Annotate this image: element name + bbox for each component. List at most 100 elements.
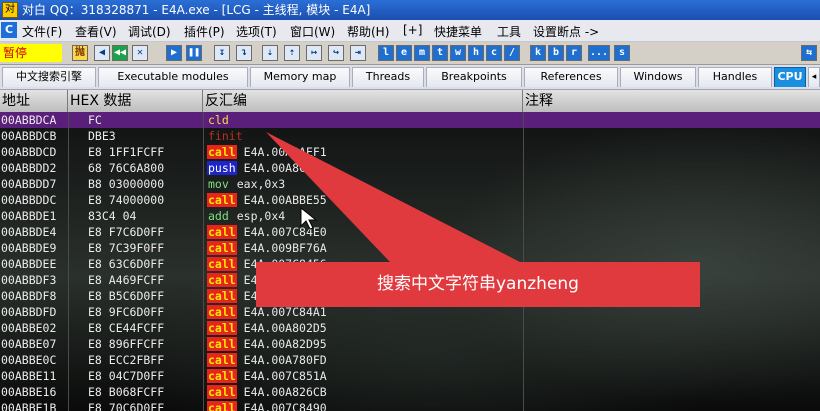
row-operand: E4A.00A8AEF1 bbox=[243, 145, 327, 159]
row-disasm: call E4A.007C84E0 bbox=[207, 224, 522, 240]
disasm-row[interactable]: 00ABBDD2 68 76C6A800 push E4A.00A8C676 bbox=[0, 160, 820, 176]
disasm-row[interactable]: 00ABBE1B E8 70C6D0FF call E4A.007C8490 bbox=[0, 400, 820, 411]
tab-breakpoints[interactable]: Breakpoints bbox=[426, 67, 522, 87]
toolbar-open-icon[interactable]: ◀ bbox=[94, 45, 110, 61]
toolbar-execute-till-return-icon[interactable]: ↦ bbox=[306, 45, 322, 61]
row-address: 00ABBDD2 bbox=[1, 161, 57, 175]
disassembly-pane[interactable]: 00ABBDCA FC cld 00ABBDCB DBE3 finit 00ABBDCD… bbox=[0, 112, 820, 411]
row-address: 00ABBE11 bbox=[1, 369, 57, 383]
tab-cpu[interactable]: CPU bbox=[774, 67, 806, 87]
menu-set-breakpoint[interactable]: 设置断点 -> bbox=[533, 23, 599, 40]
row-disasm: cld bbox=[207, 112, 522, 128]
row-address: 00ABBDE1 bbox=[1, 209, 57, 223]
tab-executable-modules[interactable]: Executable modules bbox=[98, 67, 248, 87]
toolbar-trace-over-icon[interactable]: ⇡ bbox=[284, 45, 300, 61]
disasm-row[interactable]: 00ABBDEE E8 63C6D0FF call E4A.007C8456 bbox=[0, 256, 820, 272]
header-disasm[interactable]: 反汇编 bbox=[203, 90, 523, 112]
tab-memory-map[interactable]: Memory map bbox=[250, 67, 350, 87]
disasm-row[interactable]: 00ABBDCB DBE3 finit bbox=[0, 128, 820, 144]
toolbar-references-button[interactable]: r bbox=[566, 45, 582, 61]
title-bar: 对 对白 QQ：318328871 - E4A.exe - [LCG - 主线程… bbox=[0, 0, 820, 20]
disasm-row[interactable]: 00ABBDD7 B8 03000000 mov eax,0x3 bbox=[0, 176, 820, 192]
disasm-row[interactable]: 00ABBDE4 E8 F7C6D0FF call E4A.007C84E0 bbox=[0, 224, 820, 240]
row-disasm: call E4A.00A8AEF1 bbox=[207, 144, 522, 160]
toolbar-run-trace-button[interactable]: ... bbox=[588, 45, 610, 61]
disasm-row[interactable]: 00ABBDFD E8 9FC6D0FF call E4A.007C84A1 bbox=[0, 304, 820, 320]
disasm-row[interactable]: 00ABBDE1 83C4 04 add esp,0x4 bbox=[0, 208, 820, 224]
toolbar-cpu-button[interactable]: c bbox=[486, 45, 502, 61]
toolbar-breakpoints-button[interactable]: b bbox=[548, 45, 564, 61]
row-address: 00ABBDD7 bbox=[1, 177, 57, 191]
toolbar-windows-button[interactable]: w bbox=[450, 45, 466, 61]
disasm-row[interactable]: 00ABBE16 E8 B068FCFF call E4A.00A826CB bbox=[0, 384, 820, 400]
toolbar-trace-into-icon[interactable]: ⇣ bbox=[262, 45, 278, 61]
menu-help[interactable]: 帮助(H) bbox=[347, 23, 389, 40]
row-address: 00ABBDEE bbox=[1, 257, 57, 271]
disasm-row[interactable]: 00ABBDE9 E8 7C39F0FF call E4A.009BF76A bbox=[0, 240, 820, 256]
toolbar-run-to-selection-icon[interactable]: ⇥ bbox=[350, 45, 366, 61]
row-address: 00ABBE02 bbox=[1, 321, 57, 335]
toolbar-threads-button[interactable]: t bbox=[432, 45, 448, 61]
disasm-row[interactable]: 00ABBE02 E8 CE44FCFF call E4A.00A802D5 bbox=[0, 320, 820, 336]
toolbar-handles-button[interactable]: h bbox=[468, 45, 484, 61]
menu-bar: C 文件(F) 查看(V) 调试(D) 插件(P) 选项(T) 窗口(W) 帮助… bbox=[0, 20, 820, 42]
row-disasm: call E4A.00A8279C bbox=[207, 272, 522, 288]
toolbar-source-button[interactable]: s bbox=[614, 45, 630, 61]
toolbar-go-to-icon[interactable]: ↪ bbox=[328, 45, 344, 61]
tab-threads[interactable]: Threads bbox=[352, 67, 424, 87]
disasm-row[interactable]: 00ABBDF3 E8 A469FCFF call E4A.00A8279C bbox=[0, 272, 820, 288]
menu-options[interactable]: 选项(T) bbox=[236, 23, 277, 40]
header-hex[interactable]: HEX 数据 bbox=[68, 90, 203, 112]
tab-bar: 中文搜索引擎 Executable modules Memory map Thr… bbox=[0, 65, 820, 90]
disasm-row[interactable]: 00ABBE0C E8 ECC2FBFF call E4A.00A780FD bbox=[0, 352, 820, 368]
toolbar-log-button[interactable]: l bbox=[378, 45, 394, 61]
tab-chinese-search[interactable]: 中文搜索引擎 bbox=[2, 67, 96, 87]
disasm-row[interactable]: 00ABBDF8 E8 B5C6D0FF call E4A.007C84B2 bbox=[0, 288, 820, 304]
row-disasm: call E4A.00A82D95 bbox=[207, 336, 522, 352]
toolbar-pause-icon[interactable]: ❚❚ bbox=[186, 45, 202, 61]
row-mnemonic: call bbox=[207, 225, 237, 239]
disasm-row[interactable]: 00ABBDCD E8 1FF1FCFF call E4A.00A8AEF1 bbox=[0, 144, 820, 160]
app-menu-icon[interactable]: C bbox=[1, 22, 17, 38]
menu-file[interactable]: 文件(F) bbox=[22, 23, 62, 40]
tab-scroll-arrow[interactable]: ◂ bbox=[808, 67, 820, 87]
menu-tools[interactable]: 工具 bbox=[497, 23, 521, 40]
menu-view[interactable]: 查看(V) bbox=[75, 23, 117, 40]
row-operand: E4A.007C84A1 bbox=[243, 305, 327, 319]
toolbar-restart-icon[interactable]: ◀◀ bbox=[112, 45, 128, 61]
row-hex: E8 63C6D0FF bbox=[88, 257, 165, 271]
toolbar-memory-button[interactable]: m bbox=[414, 45, 430, 61]
disasm-row[interactable]: 00ABBDCA FC cld bbox=[0, 112, 820, 128]
row-disasm: add esp,0x4 bbox=[207, 208, 522, 224]
row-hex: DBE3 bbox=[88, 129, 116, 143]
toolbar-call-stack-button[interactable]: k bbox=[530, 45, 546, 61]
row-hex: E8 9FC6D0FF bbox=[88, 305, 165, 319]
toolbar-step-over-icon[interactable]: ↴ bbox=[236, 45, 252, 61]
tab-windows[interactable]: Windows bbox=[620, 67, 696, 87]
toolbar-patches-button[interactable]: / bbox=[504, 45, 520, 61]
disasm-row[interactable]: 00ABBDDC E8 74000000 call E4A.00ABBE55 bbox=[0, 192, 820, 208]
menu-plus[interactable]: [+] bbox=[403, 23, 422, 37]
row-hex: E8 74000000 bbox=[88, 193, 165, 207]
row-disasm: call E4A.00A826CB bbox=[207, 384, 522, 400]
toolbar-attach-button[interactable]: 抛 bbox=[72, 45, 88, 61]
disasm-row[interactable]: 00ABBE11 E8 04C7D0FF call E4A.007C851A bbox=[0, 368, 820, 384]
header-comment[interactable]: 注释 bbox=[523, 90, 820, 112]
row-mnemonic: finit bbox=[208, 129, 243, 143]
menu-plugins[interactable]: 插件(P) bbox=[184, 23, 225, 40]
header-address[interactable]: 地址 bbox=[0, 90, 68, 112]
menu-quick[interactable]: 快捷菜单 bbox=[434, 23, 482, 40]
menu-debug[interactable]: 调试(D) bbox=[128, 23, 171, 40]
refresh-icon[interactable]: ⇆ bbox=[801, 45, 817, 61]
row-address: 00ABBE16 bbox=[1, 385, 57, 399]
disasm-row[interactable]: 00ABBE07 E8 896FFCFF call E4A.00A82D95 bbox=[0, 336, 820, 352]
toolbar-run-icon[interactable]: ▶ bbox=[166, 45, 182, 61]
toolbar-executables-button[interactable]: e bbox=[396, 45, 412, 61]
menu-window[interactable]: 窗口(W) bbox=[290, 23, 335, 40]
row-operand: E4A.007C851A bbox=[243, 369, 327, 383]
toolbar-step-into-icon[interactable]: ↧ bbox=[214, 45, 230, 61]
tab-references[interactable]: References bbox=[524, 67, 618, 87]
column-divider bbox=[68, 112, 69, 411]
tab-handles[interactable]: Handles bbox=[698, 67, 772, 87]
toolbar-close-icon[interactable]: ✕ bbox=[132, 45, 148, 61]
